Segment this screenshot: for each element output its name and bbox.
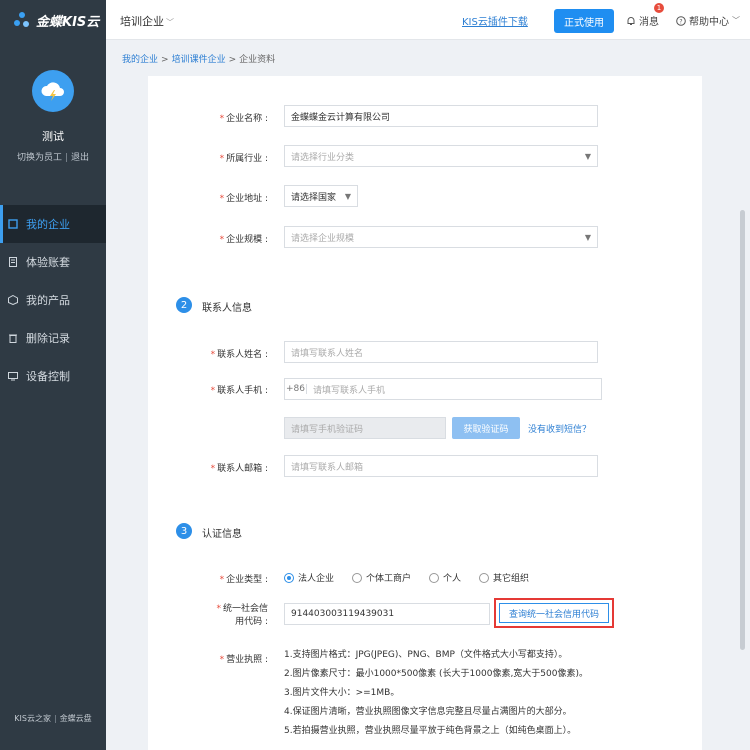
help-center-label: 帮助中心: [689, 17, 729, 28]
radio-legal-entity[interactable]: 法人企业: [284, 571, 334, 584]
radio-other-organization[interactable]: 其它组织: [479, 571, 529, 584]
credit-code-input[interactable]: 914403003119439031: [284, 603, 490, 625]
sidebar-item-label: 我的产品: [26, 294, 70, 307]
sidebar-item-label: 删除记录: [26, 332, 70, 345]
top-bar: 培训企业 ﹀ KIS云插件下载 正式使用 消息 1 ? 帮助中心 ﹀: [106, 0, 750, 40]
contact-email-label: * 联系人邮箱 :: [210, 464, 268, 474]
org-switcher[interactable]: 培训企业 ﹀: [120, 13, 174, 29]
get-code-button[interactable]: 获取验证码: [452, 417, 520, 439]
logo-text: 金蝶KIS云: [36, 14, 100, 30]
query-button-highlight: 查询统一社会信用代码: [494, 598, 614, 628]
radio-checked-icon: [284, 572, 294, 583]
address-label: * 企业地址 :: [219, 194, 268, 204]
phone-prefix: +86: [286, 384, 307, 394]
chevron-down-icon: ﹀: [732, 16, 740, 25]
svg-text:?: ?: [679, 18, 682, 25]
phone-placeholder: 请填写联系人手机: [313, 385, 386, 396]
cloud-lightning-icon: [41, 82, 64, 101]
breadcrumb-training-company[interactable]: 培训课件企业: [172, 55, 226, 65]
company-name-label: * 企业名称 :: [219, 114, 268, 124]
license-rule-4: 4.保证图片清晰，营业执照图像文字信息完整且尽量占满图片的大部分。: [284, 707, 572, 717]
breadcrumb-company-profile: 企业资料: [239, 55, 276, 65]
sidebar-footer: KIS云之家 | 金蝶云盘: [14, 714, 92, 723]
step-number-2: 2: [176, 297, 192, 313]
sidebar-nav: 我的企业 体验账套 我的产品 删除记录 设备控制: [0, 205, 106, 395]
plugin-download-link[interactable]: KIS云插件下载: [462, 13, 528, 28]
country-select[interactable]: 请选择国家 ▼: [284, 185, 358, 207]
avatar[interactable]: [32, 70, 74, 112]
company-profile-card: * 企业名称 : 金蝶蝶金云计算有限公司 * 所属行业 : 请选择行业分类 ▼ * 企业…: [148, 76, 702, 750]
trash-icon: [8, 333, 18, 343]
sidebar-item-delete-records[interactable]: 删除记录: [0, 319, 106, 357]
license-rule-1: 1.支持图片格式：JPG(JPEG)、PNG、BMP（文件格式大小写都支持）。: [284, 650, 568, 660]
message-count-badge: 1: [654, 3, 664, 13]
sidebar-item-label: 我的企业: [26, 218, 70, 231]
license-rules: 1.支持图片格式：JPG(JPEG)、PNG、BMP（文件格式大小写都支持）。 …: [284, 646, 588, 741]
scrollbar[interactable]: [740, 210, 745, 650]
contact-phone-input[interactable]: +86 请填写联系人手机: [284, 378, 602, 400]
bell-icon: [627, 16, 635, 25]
sidebar-item-my-products[interactable]: 我的产品: [0, 281, 106, 319]
certification-section-title: 认证信息: [202, 529, 242, 540]
radio-unchecked-icon: [352, 572, 363, 583]
sidebar-item-device-control[interactable]: 设备控制: [0, 357, 106, 395]
radio-individual-business[interactable]: 个体工商户: [352, 571, 411, 584]
query-credit-code-button[interactable]: 查询统一社会信用代码: [499, 603, 609, 623]
messages-label: 消息: [639, 17, 659, 28]
company-type-label: * 企业类型 :: [219, 575, 268, 585]
radio-unchecked-icon: [429, 572, 440, 583]
home-icon: [8, 219, 18, 229]
contact-email-input[interactable]: 请填写联系人邮箱: [284, 455, 598, 477]
switch-to-employee-link[interactable]: 切换为员工: [17, 153, 62, 163]
chevron-down-icon: ﹀: [166, 18, 174, 27]
company-type-radio-group: 法人企业 个体工商户 个人 其它组织: [284, 571, 529, 584]
user-name: 测试: [42, 130, 64, 143]
user-actions: 切换为员工 | 退出: [16, 153, 90, 163]
kis-logo-icon: [14, 12, 30, 28]
sms-code-input[interactable]: 请填写手机验证码: [284, 417, 446, 439]
business-license-label: * 营业执照 :: [219, 655, 268, 665]
industry-label: * 所属行业 :: [219, 154, 268, 164]
sidebar-item-trial-ledger[interactable]: 体验账套: [0, 243, 106, 281]
chevron-down-icon: ▼: [584, 233, 591, 242]
product-icon: [8, 295, 18, 305]
scale-label: * 企业规模 :: [219, 235, 268, 245]
breadcrumb: 我的企业 > 培训课件企业 > 企业资料: [122, 55, 276, 65]
messages-button[interactable]: 消息: [626, 13, 659, 28]
license-rule-3: 3.图片文件大小：>=1MB。: [284, 688, 400, 698]
license-rule-5: 5.若拍摄营业执照，营业执照尽量平放于纯色背景之上（如纯色桌面上）。: [284, 726, 577, 736]
step-number-3: 3: [176, 523, 192, 539]
sidebar-item-my-company[interactable]: 我的企业: [0, 205, 106, 243]
kis-home-link[interactable]: KIS云之家: [14, 714, 51, 723]
contact-name-input[interactable]: 请填写联系人姓名: [284, 341, 598, 363]
question-circle-icon: ?: [676, 15, 686, 26]
license-rule-2: 2.图片像素尺寸：最小1000*500像素 (长大于1000像素,宽大于500像…: [284, 669, 588, 679]
company-name-field[interactable]: 金蝶蝶金云计算有限公司: [284, 105, 598, 127]
credit-code-label: * 统一社会信 用代码 :: [216, 604, 268, 627]
device-icon: [8, 371, 18, 381]
logout-link[interactable]: 退出: [71, 153, 89, 163]
breadcrumb-my-company[interactable]: 我的企业: [122, 55, 158, 65]
org-name: 培训企业: [120, 15, 164, 28]
industry-select[interactable]: 请选择行业分类 ▼: [284, 145, 598, 167]
radio-individual[interactable]: 个人: [429, 571, 461, 584]
kingdee-cloud-disk-link[interactable]: 金蝶云盘: [60, 714, 92, 723]
chevron-down-icon: ▼: [584, 152, 591, 161]
caret-down-icon: ▼: [344, 192, 351, 201]
sidebar-item-label: 设备控制: [26, 370, 70, 383]
sidebar: 金蝶KIS云 测试 切换为员工 | 退出 我的企业 体验账套 我的产品 删除记录 设…: [0, 0, 106, 750]
help-center-button[interactable]: ? 帮助中心 ﹀: [676, 13, 740, 28]
scale-select[interactable]: 请选择企业规模 ▼: [284, 226, 598, 248]
ledger-icon: [8, 257, 18, 267]
contact-section-title: 联系人信息: [202, 303, 252, 314]
contact-phone-label: * 联系人手机 :: [210, 386, 268, 396]
no-sms-link[interactable]: 没有收到短信？: [528, 422, 591, 435]
contact-name-label: * 联系人姓名 :: [210, 350, 268, 360]
sidebar-item-label: 体验账套: [26, 256, 70, 269]
logo[interactable]: 金蝶KIS云: [0, 0, 106, 40]
radio-unchecked-icon: [479, 572, 490, 583]
formal-use-button[interactable]: 正式使用: [554, 9, 614, 33]
